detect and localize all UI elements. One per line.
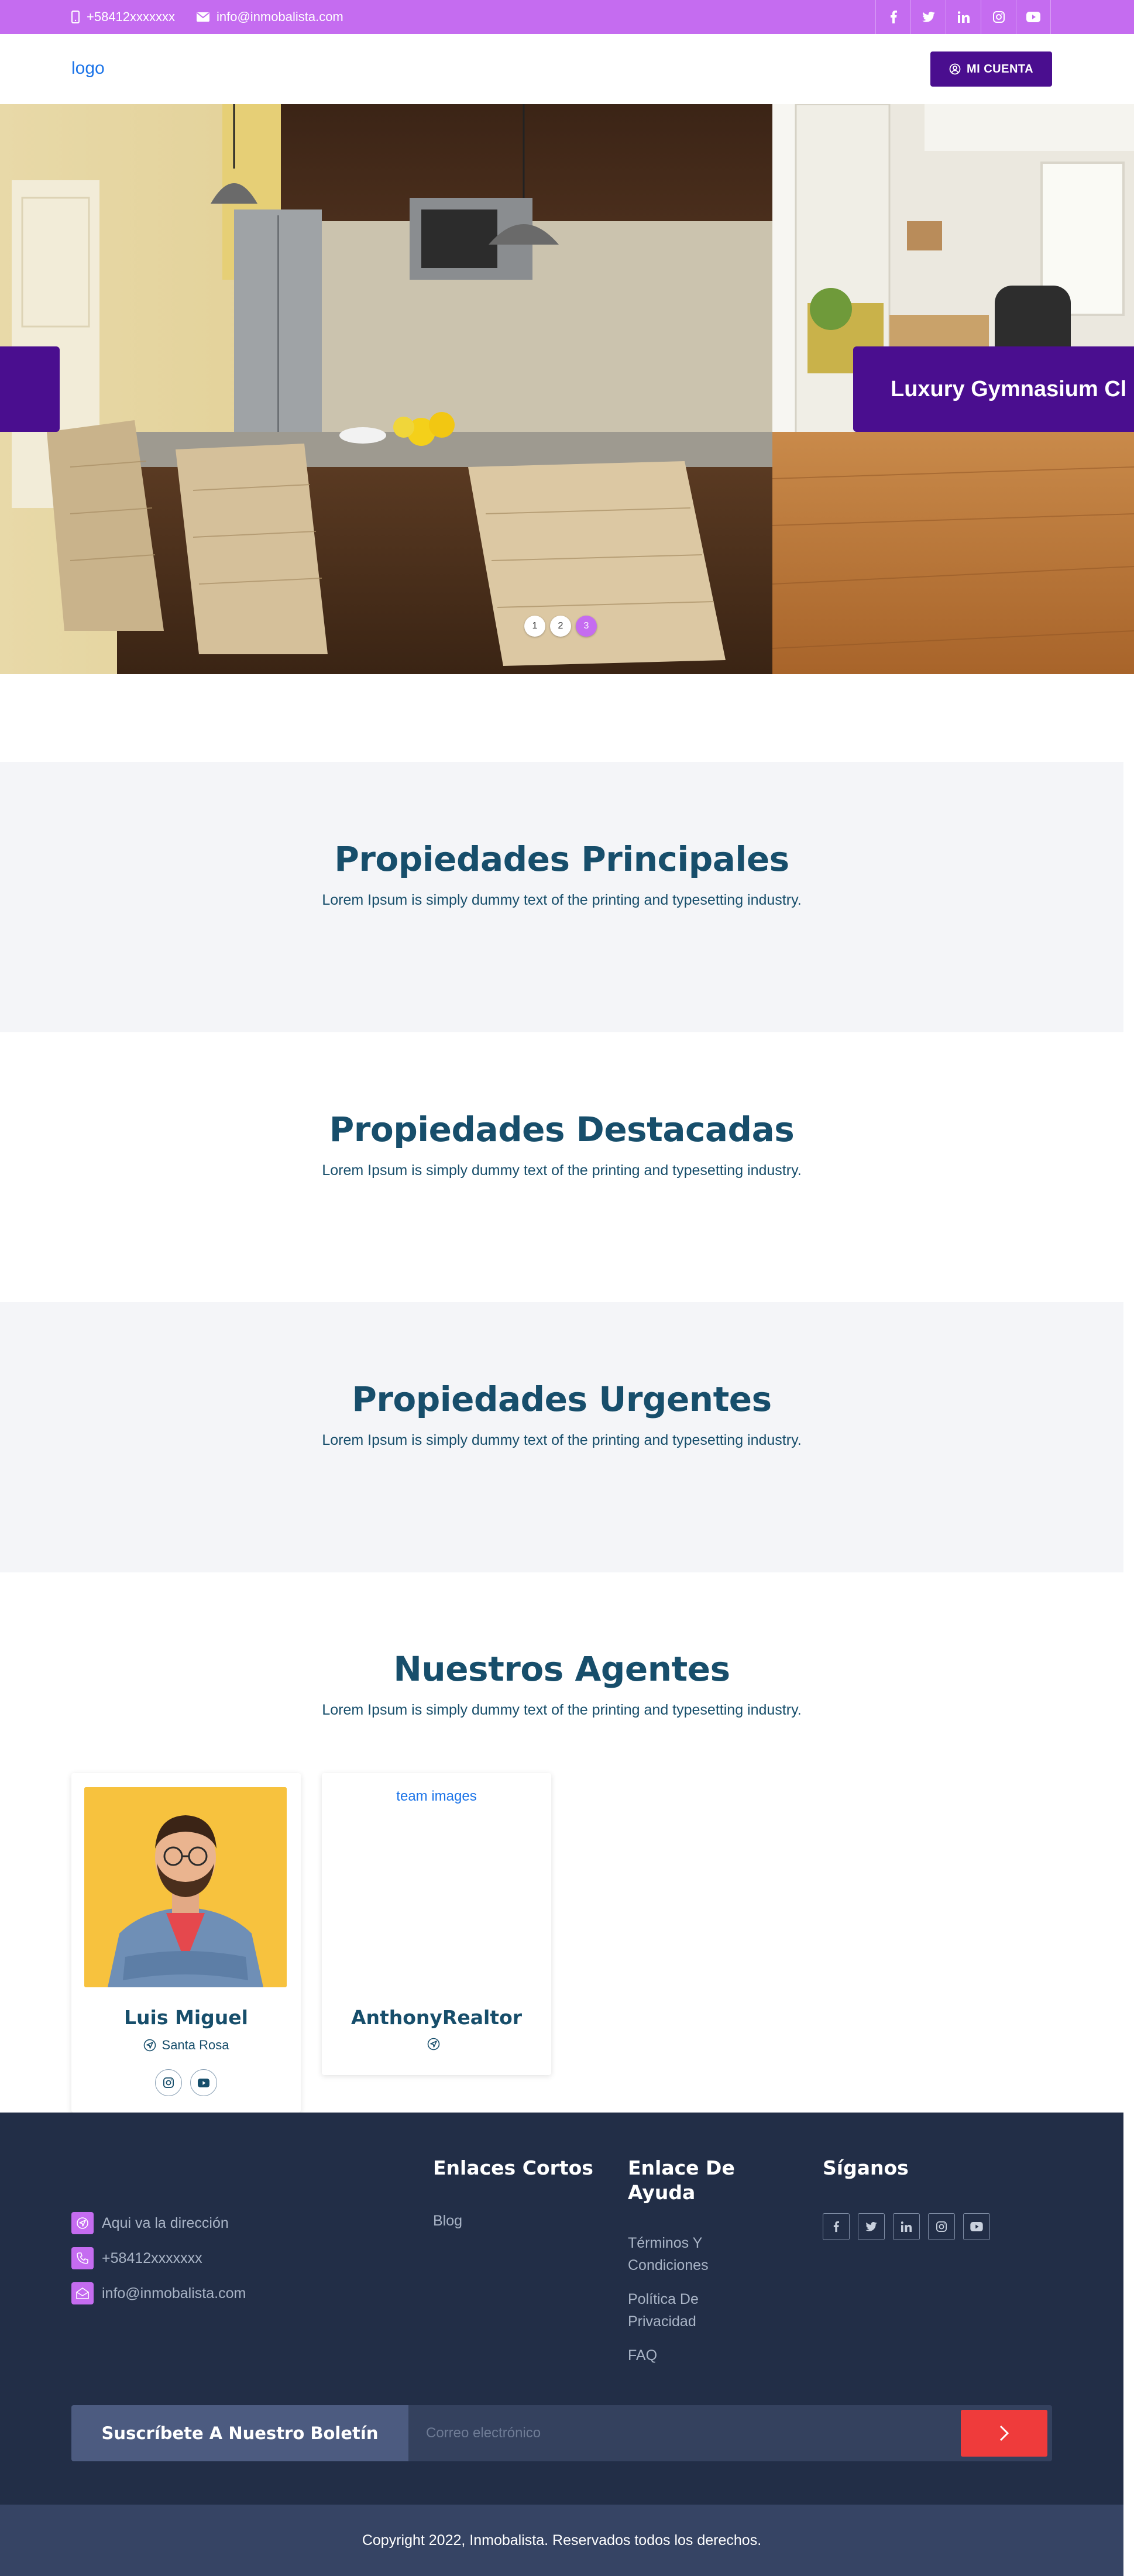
agent-name[interactable]: AnthonyRealtor — [322, 2006, 551, 2029]
section-subtitle: Lorem Ipsum is simply dummy text of the … — [322, 892, 802, 908]
location-icon — [427, 2038, 440, 2051]
topbar-email-text: info@inmobalista.com — [217, 9, 343, 24]
footer-link-terms[interactable]: Términos Y Condiciones — [628, 2232, 709, 2276]
agent-location — [322, 2038, 551, 2051]
footer-link-faq[interactable]: FAQ — [628, 2344, 657, 2367]
agent-photo — [84, 1787, 287, 1987]
footer-help-title: Enlace De Ayuda — [628, 2156, 735, 2205]
footer-email-text: info@inmobalista.com — [102, 2285, 246, 2302]
section-title: Propiedades Urgentes — [352, 1379, 772, 1419]
footer-email[interactable]: info@inmobalista.com — [71, 2282, 246, 2304]
agent-location-text: Santa Rosa — [161, 2038, 229, 2052]
twitter-icon[interactable] — [910, 0, 946, 34]
agent-card[interactable]: Luis Miguel Santa Rosa — [71, 1773, 301, 2113]
facebook-icon[interactable] — [875, 0, 910, 34]
section-subtitle: Lorem Ipsum is simply dummy text of the … — [322, 1702, 802, 1718]
agent-location: Santa Rosa — [71, 2038, 301, 2053]
location-icon — [71, 2212, 94, 2234]
site-header: logo MI CUENTA — [0, 34, 1134, 104]
envelope-open-icon — [71, 2282, 94, 2304]
copyright-bar: Copyright 2022, Inmobalista. Reservados … — [0, 2505, 1123, 2576]
footer-phone-text: +58412xxxxxxx — [102, 2249, 202, 2266]
topbar-email[interactable]: info@inmobalista.com — [197, 0, 343, 34]
top-bar: +58412xxxxxxx info@inmobalista.com — [0, 0, 1134, 34]
envelope-icon — [197, 12, 209, 22]
section-title: Propiedades Destacadas — [329, 1110, 795, 1149]
hero-slider[interactable]: Luxury Gymnasium Cl 1 2 3 — [0, 104, 1134, 674]
logo[interactable]: logo — [71, 59, 105, 78]
agent-name[interactable]: Luis Miguel — [71, 2006, 301, 2029]
youtube-icon[interactable] — [1016, 0, 1051, 34]
youtube-icon[interactable] — [190, 2069, 217, 2096]
footer-short-links-title: Enlaces Cortos — [433, 2156, 593, 2179]
youtube-icon[interactable] — [963, 2213, 990, 2240]
footer-follow-title: Síganos — [823, 2156, 909, 2179]
section-subtitle: Lorem Ipsum is simply dummy text of the … — [322, 1432, 802, 1448]
chevron-right-icon — [999, 2425, 1009, 2441]
instagram-icon[interactable] — [981, 0, 1016, 34]
agent-photo-broken: team images — [396, 1788, 477, 1804]
newsletter-email-input[interactable] — [425, 2405, 951, 2461]
topbar-phone[interactable]: +58412xxxxxxx — [71, 0, 175, 34]
slider-pagination: 1 2 3 — [524, 616, 597, 637]
topbar-phone-text: +58412xxxxxxx — [87, 9, 176, 24]
instagram-icon[interactable] — [928, 2213, 955, 2240]
site-footer: Aqui va la dirección +58412xxxxxxx info@… — [0, 2113, 1123, 2505]
footer-address: Aqui va la dirección — [71, 2212, 229, 2234]
section-urgent-properties: Propiedades Urgentes Lorem Ipsum is simp… — [0, 1302, 1123, 1572]
linkedin-icon[interactable] — [893, 2213, 920, 2240]
slider-dot-1[interactable]: 1 — [524, 616, 545, 637]
instagram-icon[interactable] — [155, 2069, 182, 2096]
twitter-icon[interactable] — [858, 2213, 885, 2240]
location-icon — [143, 2039, 156, 2052]
newsletter-label: Suscríbete A Nuestro Boletín — [71, 2405, 408, 2461]
phone-icon — [71, 2247, 94, 2269]
footer-link-terms-line1: Términos Y — [628, 2235, 703, 2251]
hero-slide-title[interactable]: Luxury Gymnasium Cl — [853, 346, 1134, 432]
section-subtitle: Lorem Ipsum is simply dummy text of the … — [322, 1162, 802, 1179]
newsletter-form: Suscríbete A Nuestro Boletín — [71, 2405, 1052, 2461]
footer-link-privacy-line2: Privacidad — [628, 2313, 696, 2330]
section-title: Nuestros Agentes — [393, 1649, 730, 1689]
topbar-socials — [875, 0, 1051, 34]
slider-dot-3[interactable]: 3 — [576, 616, 597, 637]
copyright-text: Copyright 2022, Inmobalista. Reservados … — [362, 2532, 762, 2548]
my-account-button[interactable]: MI CUENTA — [930, 51, 1052, 87]
footer-help-title-line1: Enlace De — [628, 2156, 735, 2179]
slider-dot-2[interactable]: 2 — [550, 616, 571, 637]
footer-link-privacy[interactable]: Política De Privacidad — [628, 2288, 699, 2333]
footer-address-text: Aqui va la dirección — [102, 2214, 229, 2231]
hero-label-left-edge — [0, 346, 60, 432]
footer-phone[interactable]: +58412xxxxxxx — [71, 2247, 202, 2269]
linkedin-icon[interactable] — [946, 0, 981, 34]
footer-help-title-line2: Ayuda — [628, 2181, 696, 2204]
user-circle-icon — [949, 63, 961, 75]
section-main-properties: Propiedades Principales Lorem Ipsum is s… — [0, 762, 1123, 1032]
agent-card[interactable]: team images AnthonyRealtor — [322, 1773, 551, 2075]
mobile-phone-icon — [71, 11, 80, 23]
footer-link-privacy-line1: Política De — [628, 2291, 699, 2307]
footer-link-terms-line2: Condiciones — [628, 2257, 709, 2273]
footer-link-blog[interactable]: Blog — [433, 2210, 462, 2232]
my-account-label: MI CUENTA — [966, 62, 1034, 75]
section-title: Propiedades Principales — [334, 839, 789, 879]
section-featured-properties: Propiedades Destacadas Lorem Ipsum is si… — [0, 1032, 1123, 1303]
slide-kitchen-image — [0, 104, 772, 674]
newsletter-submit-button[interactable] — [961, 2410, 1047, 2457]
facebook-icon[interactable] — [823, 2213, 850, 2240]
